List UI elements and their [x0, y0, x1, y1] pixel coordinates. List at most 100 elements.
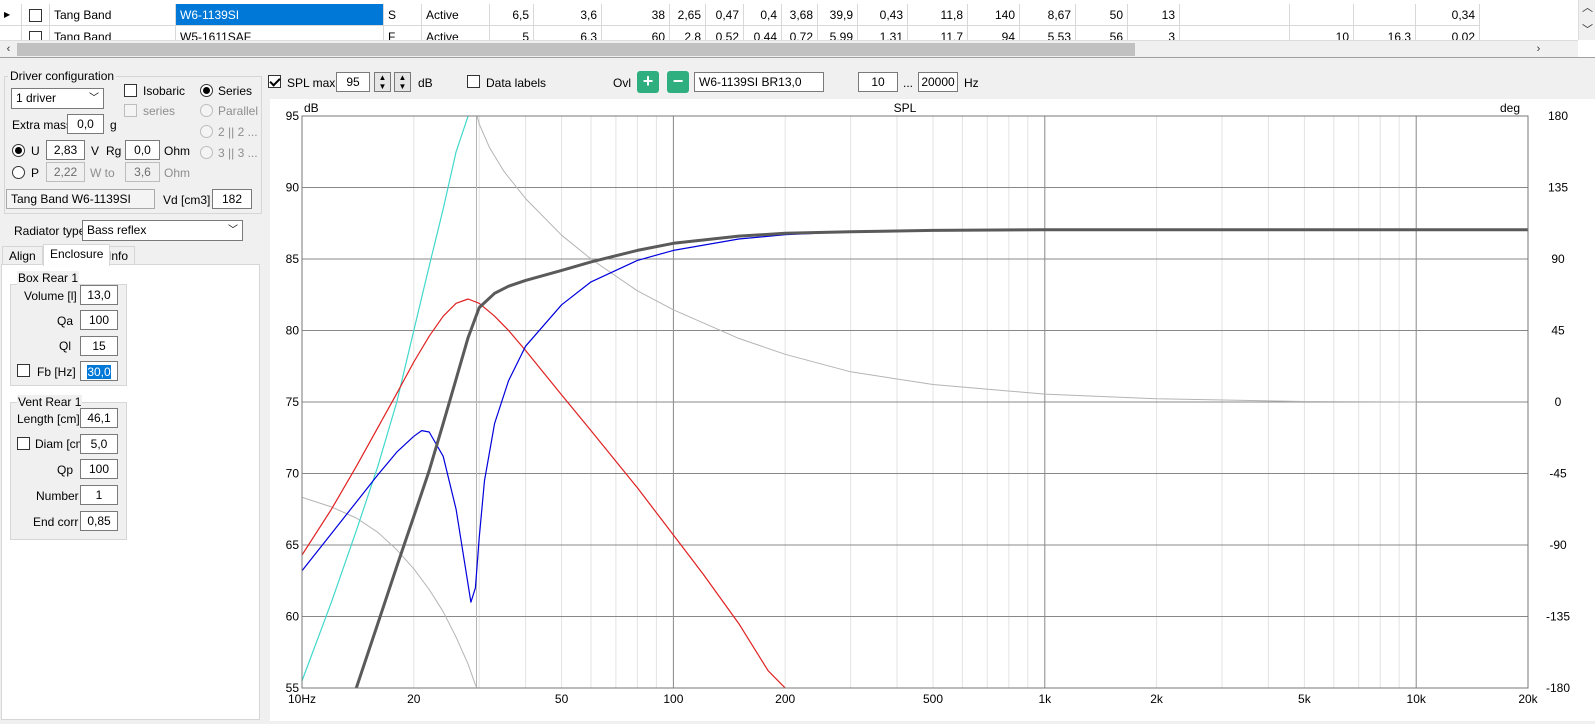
data-labels-checkbox[interactable] — [467, 75, 480, 88]
box-rear-title: Box Rear 1 — [17, 271, 80, 285]
spl-spin-fit-icon[interactable]: ▲ ▼ — [394, 72, 411, 92]
y2-axis-label: deg — [1500, 101, 1520, 115]
spl-max-input[interactable]: 95 — [336, 72, 370, 92]
isobaric-series-checkbox[interactable] — [124, 104, 137, 117]
driver-count-select[interactable]: 1 driver ﹀ — [11, 88, 104, 109]
y2-tick-label: -180 — [1546, 681, 1570, 695]
spl-spin-updown-icon[interactable]: ▲ ▼ — [374, 72, 391, 92]
voltage-unit: V — [91, 144, 100, 158]
row-checkbox[interactable] — [29, 9, 42, 22]
spl-chart-svg[interactable]: 10Hz 20 50 100 200 500 1k 2k 5k 10k 20k55606570758… — [270, 99, 1595, 721]
radiator-type-label: Radiator type — [14, 224, 86, 238]
row-indicator: ▶ — [0, 4, 22, 26]
y2-tick-label: 45 — [1551, 324, 1565, 338]
type-cell: S — [384, 4, 422, 26]
radiator-type-select[interactable]: Bass reflex ﹀ — [82, 220, 243, 241]
y2-tick-label: -90 — [1549, 538, 1567, 552]
tab-enclosure[interactable]: Enclosure — [43, 244, 111, 266]
scroll-down-icon[interactable]: ﹀ — [1579, 22, 1595, 39]
freq-max-input[interactable]: 20000 — [918, 72, 958, 92]
fb-checkbox[interactable] — [17, 364, 30, 377]
x-tick-label: 500 — [923, 692, 943, 706]
parallel-radio[interactable] — [200, 104, 213, 117]
value-cell: 11,8 — [908, 4, 968, 26]
y-tick-label: 75 — [286, 395, 300, 409]
option-2-radio[interactable] — [200, 125, 213, 138]
fb-label: Fb [Hz] — [37, 365, 76, 379]
table-row[interactable]: ▶ Tang Band W6-1139SI S Active 6,5 3,6 38 2,65 0,… — [0, 4, 1580, 26]
scroll-left-icon[interactable]: ‹ — [0, 41, 17, 57]
remove-overlay-icon[interactable]: − — [667, 71, 689, 93]
fb-input[interactable]: 30,0 — [80, 361, 118, 381]
y2-tick-label: -45 — [1549, 467, 1567, 481]
driver-name-field: Tang Band W6-1139SI — [6, 189, 155, 209]
option-3-radio[interactable] — [200, 146, 213, 159]
isobaric-series-label: series — [143, 104, 176, 118]
end-corr-input[interactable]: 0,85 — [80, 511, 118, 531]
grid-horizontal-scrollbar[interactable]: ‹ › — [0, 40, 1578, 57]
extra-mass-unit: g — [110, 118, 117, 132]
power-input[interactable]: 2,22 — [46, 162, 85, 182]
rg-label: Rg — [106, 144, 122, 158]
extra-mass-label: Extra mass — [12, 118, 73, 132]
diam-input[interactable]: 5,0 — [80, 434, 118, 454]
y2-tick-label: -135 — [1546, 610, 1570, 624]
x-tick-label: 1k — [1038, 692, 1052, 706]
value-cell: 6,5 — [490, 4, 534, 26]
w-to-input[interactable]: 3,6 — [125, 162, 160, 182]
freq-hz-unit: Hz — [964, 76, 979, 90]
value-cell: 3,6 — [534, 4, 602, 26]
vd-input[interactable]: 182 — [212, 189, 252, 209]
grid-vertical-scrollbar[interactable]: ︿ ﹀ — [1578, 0, 1595, 40]
diam-checkbox[interactable] — [17, 437, 30, 450]
voltage-radio[interactable] — [12, 144, 25, 157]
scroll-right-icon[interactable]: › — [1530, 41, 1547, 57]
model-cell: W6-1139SI — [176, 4, 384, 26]
length-label: Length [cm] — [17, 412, 80, 426]
isobaric-checkbox[interactable] — [124, 84, 137, 97]
qa-input[interactable]: 100 — [80, 310, 118, 330]
volume-input[interactable]: 13,0 — [80, 285, 118, 305]
x-tick-label: 5k — [1298, 692, 1312, 706]
value-cell: 0,43 — [858, 4, 908, 26]
volume-label: Volume [l] — [24, 289, 77, 303]
freq-min-input[interactable]: 10 — [858, 72, 898, 92]
option-3-label: 3 || 3 ... — [218, 146, 258, 160]
extra-mass-input[interactable]: 0,0 — [67, 114, 104, 134]
tab-align[interactable]: Align — [2, 246, 43, 266]
freq-range-separator: ... — [903, 76, 914, 90]
number-input[interactable]: 1 — [80, 485, 118, 505]
option-2-label: 2 || 2 ... — [218, 125, 258, 139]
power-radio[interactable] — [12, 166, 25, 179]
x-tick-label: 50 — [555, 692, 569, 706]
row-checkbox-cell — [22, 4, 50, 26]
scroll-up-icon[interactable]: ︿ — [1579, 0, 1595, 17]
y2-tick-label: 135 — [1548, 181, 1568, 195]
voltage-input[interactable]: 2,83 — [46, 140, 85, 160]
value-cell: 0,47 — [706, 4, 744, 26]
qp-input[interactable]: 100 — [80, 459, 118, 479]
chart-title: SPL — [894, 101, 917, 115]
w-to-unit: Ohm — [164, 166, 191, 180]
ql-input[interactable]: 15 — [80, 336, 118, 356]
rg-input[interactable]: 0,0 — [125, 140, 160, 160]
qa-label: Qa — [57, 314, 74, 328]
value-cell: 0,4 — [744, 4, 782, 26]
value-cell: 8,67 — [1020, 4, 1076, 26]
data-labels-label: Data labels — [486, 76, 547, 90]
value-cell: 3,68 — [782, 4, 818, 26]
value-cell: 50 — [1076, 4, 1128, 26]
add-overlay-icon[interactable]: + — [637, 71, 659, 93]
chevron-down-icon: ﹀ — [89, 93, 99, 104]
parallel-label: Parallel — [218, 104, 259, 118]
length-input[interactable]: 46,1 — [80, 408, 118, 428]
overlay-name-input[interactable]: W6-1139SI BR13,0 — [694, 72, 824, 92]
x-tick-label: 100 — [663, 692, 683, 706]
value-cell — [1354, 4, 1416, 26]
scroll-thumb[interactable] — [17, 43, 1135, 56]
vent-rear-title: Vent Rear 1 — [17, 395, 83, 409]
spl-chart[interactable]: 10Hz 20 50 100 200 500 1k 2k 5k 10k 20k 55 60 65 70 75 8… — [270, 99, 1595, 721]
series-radio[interactable] — [200, 84, 213, 97]
spl-max-checkbox[interactable] — [268, 75, 281, 88]
brand-cell: Tang Band — [50, 4, 176, 26]
